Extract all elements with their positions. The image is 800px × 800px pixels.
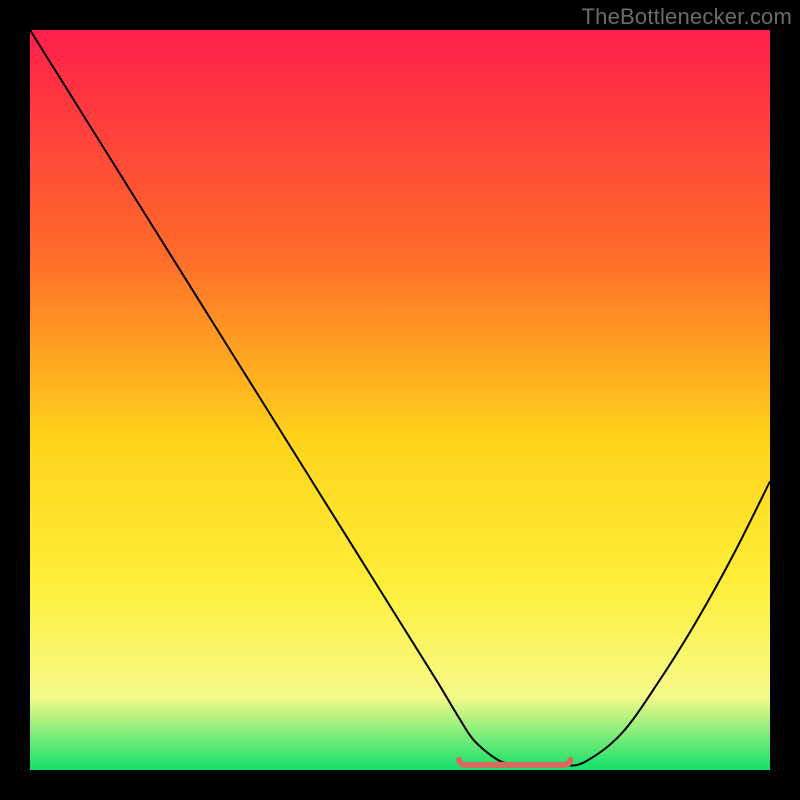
watermark-text: TheBottlenecker.com (582, 4, 792, 30)
chart-frame: TheBottlenecker.com (0, 0, 800, 800)
bottleneck-chart (30, 30, 770, 770)
plot-area (30, 30, 770, 770)
gradient-background (30, 30, 770, 770)
